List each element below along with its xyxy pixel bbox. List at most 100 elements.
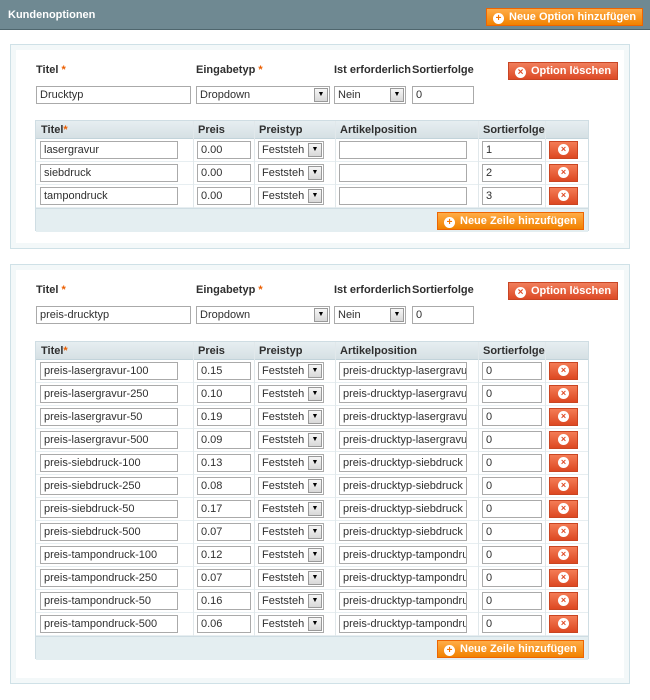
- delete-row-button[interactable]: ×: [549, 546, 578, 564]
- row-price-type-select[interactable]: Feststeh ▼: [258, 164, 324, 182]
- row-price-input[interactable]: 0.08: [197, 477, 251, 495]
- delete-row-button[interactable]: ×: [549, 362, 578, 380]
- row-sort-input[interactable]: 0: [482, 592, 542, 610]
- row-price-type-select[interactable]: Feststeh ▼: [258, 500, 324, 518]
- row-price-input[interactable]: 0.16: [197, 592, 251, 610]
- row-title-input[interactable]: preis-lasergravur-250: [40, 385, 178, 403]
- add-row-button[interactable]: + Neue Zeile hinzufügen: [437, 640, 584, 658]
- row-sort-input[interactable]: 0: [482, 546, 542, 564]
- row-price-input[interactable]: 0.00: [197, 141, 251, 159]
- row-sort-input[interactable]: 0: [482, 500, 542, 518]
- delete-row-button[interactable]: ×: [549, 454, 578, 472]
- delete-row-button[interactable]: ×: [549, 523, 578, 541]
- row-title-input[interactable]: tampondruck: [40, 187, 178, 205]
- row-sku-input[interactable]: preis-drucktyp-tampondru: [339, 615, 467, 633]
- row-sku-input[interactable]: preis-drucktyp-tampondru: [339, 592, 467, 610]
- option-title-input[interactable]: preis-drucktyp: [36, 306, 191, 324]
- row-sort-input[interactable]: 0: [482, 408, 542, 426]
- required-select[interactable]: Nein ▼: [334, 306, 406, 324]
- row-price-type-select[interactable]: Feststeh ▼: [258, 141, 324, 159]
- delete-row-button[interactable]: ×: [549, 431, 578, 449]
- row-title-input[interactable]: preis-siebdruck-50: [40, 500, 178, 518]
- row-price-input[interactable]: 0.13: [197, 454, 251, 472]
- option-title-input[interactable]: Drucktyp: [36, 86, 191, 104]
- delete-row-button[interactable]: ×: [549, 187, 578, 205]
- row-sort-input[interactable]: 0: [482, 477, 542, 495]
- row-price-input[interactable]: 0.07: [197, 523, 251, 541]
- row-price-type-select[interactable]: Feststeh ▼: [258, 408, 324, 426]
- row-sort-input[interactable]: 0: [482, 362, 542, 380]
- delete-option-button[interactable]: × Option löschen: [508, 62, 619, 80]
- option-sort-input[interactable]: 0: [412, 86, 474, 104]
- row-sort-input[interactable]: 0: [482, 615, 542, 633]
- row-title-input[interactable]: preis-lasergravur-100: [40, 362, 178, 380]
- delete-row-button[interactable]: ×: [549, 615, 578, 633]
- row-sort-input[interactable]: 0: [482, 454, 542, 472]
- row-price-type-select[interactable]: Feststeh ▼: [258, 362, 324, 380]
- row-title-input[interactable]: preis-lasergravur-500: [40, 431, 178, 449]
- row-price-input[interactable]: 0.09: [197, 431, 251, 449]
- row-price-input[interactable]: 0.19: [197, 408, 251, 426]
- row-title-input[interactable]: preis-siebdruck-250: [40, 477, 178, 495]
- row-title-input[interactable]: preis-tampondruck-500: [40, 615, 178, 633]
- row-price-type-select[interactable]: Feststeh ▼: [258, 454, 324, 472]
- delete-row-button[interactable]: ×: [549, 164, 578, 182]
- row-title-input[interactable]: preis-siebdruck-100: [40, 454, 178, 472]
- row-price-type-select[interactable]: Feststeh ▼: [258, 477, 324, 495]
- row-sort-input[interactable]: 0: [482, 523, 542, 541]
- row-sort-input[interactable]: 0: [482, 385, 542, 403]
- row-price-input[interactable]: 0.17: [197, 500, 251, 518]
- delete-option-button[interactable]: × Option löschen: [508, 282, 619, 300]
- input-type-select[interactable]: Dropdown ▼: [196, 86, 330, 104]
- row-price-input[interactable]: 0.12: [197, 546, 251, 564]
- row-price-type-select[interactable]: Feststeh ▼: [258, 615, 324, 633]
- delete-row-button[interactable]: ×: [549, 569, 578, 587]
- row-price-type-select[interactable]: Feststeh ▼: [258, 569, 324, 587]
- required-select[interactable]: Nein ▼: [334, 86, 406, 104]
- row-title-input[interactable]: preis-tampondruck-50: [40, 592, 178, 610]
- option-sort-input[interactable]: 0: [412, 306, 474, 324]
- row-sku-input[interactable]: [339, 141, 467, 159]
- add-row-button[interactable]: + Neue Zeile hinzufügen: [437, 212, 584, 230]
- row-title-input[interactable]: preis-siebdruck-500: [40, 523, 178, 541]
- row-price-type-select[interactable]: Feststeh ▼: [258, 523, 324, 541]
- row-sku-input[interactable]: preis-drucktyp-siebdruck: [339, 454, 467, 472]
- delete-row-button[interactable]: ×: [549, 408, 578, 426]
- row-price-input[interactable]: 0.00: [197, 164, 251, 182]
- row-sku-input[interactable]: preis-drucktyp-tampondru: [339, 569, 467, 587]
- row-sku-input[interactable]: preis-drucktyp-tampondru: [339, 546, 467, 564]
- row-title-input[interactable]: lasergravur: [40, 141, 178, 159]
- row-sort-input[interactable]: 3: [482, 187, 542, 205]
- row-sku-input[interactable]: preis-drucktyp-lasergravu: [339, 431, 467, 449]
- row-price-input[interactable]: 0.15: [197, 362, 251, 380]
- row-price-input[interactable]: 0.06: [197, 615, 251, 633]
- delete-row-button[interactable]: ×: [549, 385, 578, 403]
- row-sku-input[interactable]: [339, 187, 467, 205]
- row-sku-input[interactable]: preis-drucktyp-lasergravu: [339, 385, 467, 403]
- row-sort-input[interactable]: 0: [482, 569, 542, 587]
- delete-row-button[interactable]: ×: [549, 141, 578, 159]
- row-sku-input[interactable]: preis-drucktyp-siebdruck: [339, 523, 467, 541]
- row-price-type-select[interactable]: Feststeh ▼: [258, 385, 324, 403]
- row-title-input[interactable]: preis-tampondruck-100: [40, 546, 178, 564]
- delete-row-button[interactable]: ×: [549, 592, 578, 610]
- row-title-input[interactable]: siebdruck: [40, 164, 178, 182]
- row-sku-input[interactable]: [339, 164, 467, 182]
- row-sort-input[interactable]: 0: [482, 431, 542, 449]
- row-sku-input[interactable]: preis-drucktyp-lasergravu: [339, 362, 467, 380]
- row-price-input[interactable]: 0.00: [197, 187, 251, 205]
- row-sort-input[interactable]: 2: [482, 164, 542, 182]
- delete-row-button[interactable]: ×: [549, 477, 578, 495]
- row-price-type-select[interactable]: Feststeh ▼: [258, 546, 324, 564]
- row-sku-input[interactable]: preis-drucktyp-siebdruck: [339, 477, 467, 495]
- delete-row-button[interactable]: ×: [549, 500, 578, 518]
- row-sku-input[interactable]: preis-drucktyp-lasergravu: [339, 408, 467, 426]
- row-price-type-select[interactable]: Feststeh ▼: [258, 592, 324, 610]
- add-option-button[interactable]: + Neue Option hinzufügen: [486, 8, 644, 26]
- row-price-type-select[interactable]: Feststeh ▼: [258, 187, 324, 205]
- row-title-input[interactable]: preis-lasergravur-50: [40, 408, 178, 426]
- row-title-input[interactable]: preis-tampondruck-250: [40, 569, 178, 587]
- row-sku-input[interactable]: preis-drucktyp-siebdruck: [339, 500, 467, 518]
- row-price-input[interactable]: 0.07: [197, 569, 251, 587]
- row-price-input[interactable]: 0.10: [197, 385, 251, 403]
